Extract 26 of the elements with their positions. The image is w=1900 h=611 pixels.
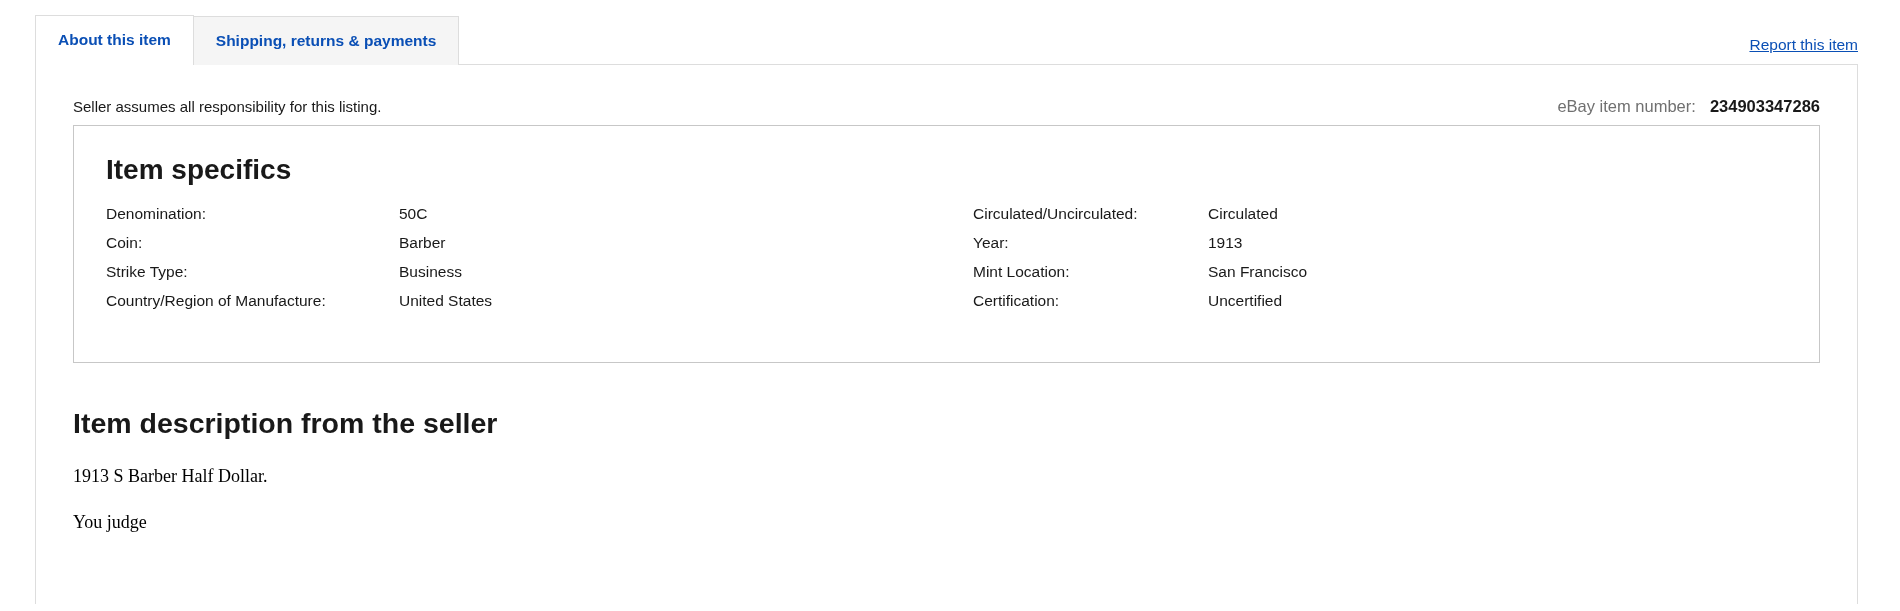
spec-label: Country/Region of Manufacture: [106,291,327,311]
spec-label: Circulated/Uncirculated: [973,204,1139,224]
item-number-label: eBay item number: [1557,97,1696,116]
spec-value: Barber [399,233,447,253]
spec-label: Certification: [973,291,1061,311]
spec-label: Mint Location: [973,262,1071,282]
report-link[interactable]: Report this item [1749,36,1858,54]
spec-value: Circulated [1208,204,1279,224]
spec-label: Denomination: [106,204,207,224]
spec-value: United States [399,291,494,311]
responsibility-note: Seller assumes all responsibility for this listing. [73,98,382,115]
tab[interactable]: About this item [35,15,194,65]
spec-value: San Francisco [1208,262,1309,282]
spec-label: Year: [973,233,1010,253]
section-heading: Item specifics [106,154,293,186]
item-number: 234903347286 [1709,97,1820,116]
spec-value: Business [399,262,463,282]
spec-value: Uncertified [1208,291,1284,311]
description-text: 1913 S Barber Half Dollar. [73,466,269,487]
tab[interactable]: Shipping, returns & payments [193,16,460,65]
spec-value: 50C [399,204,429,224]
description-text: You judge [73,512,148,533]
spec-value: 1913 [1208,233,1244,253]
spec-label: Strike Type: [106,262,189,282]
section-heading: Item description from the seller [73,407,499,440]
spec-label: Coin: [106,233,144,253]
